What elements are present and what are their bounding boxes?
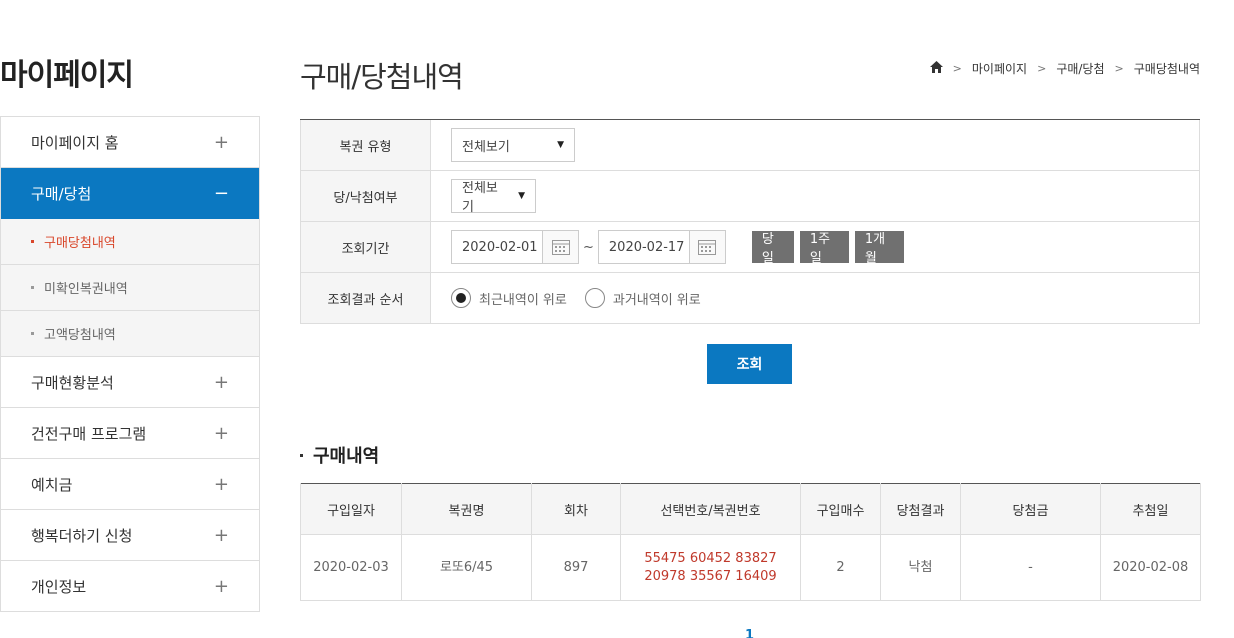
sidebar-item-label: 건전구매 프로그램 <box>31 424 147 443</box>
sidebar-item-purchase-win[interactable]: 구매/당첨 − <box>1 168 259 219</box>
chevron-right-icon: > <box>952 62 962 75</box>
breadcrumb-item[interactable]: 구매/당첨 <box>1056 60 1104 77</box>
calendar-icon[interactable] <box>542 231 578 263</box>
caret-down-icon: ▼ <box>557 140 564 150</box>
search-row-period: 조회기간 2020-02-01 ~ 2020-02-17 당일 1주일 1개월 <box>300 222 1200 273</box>
column-header: 추첨일 <box>1100 483 1201 535</box>
chevron-right-icon: > <box>1037 62 1047 75</box>
cell-quantity: 2 <box>800 534 881 601</box>
sidebar-item-happiness[interactable]: 행복더하기 신청 + <box>1 510 259 561</box>
section-title: 구매내역 <box>300 442 379 468</box>
column-header: 선택번호/복권번호 <box>620 483 801 535</box>
search-row-order: 조회결과 순서 최근내역이 위로 과거내역이 위로 <box>300 273 1200 324</box>
field-label: 조회기간 <box>300 222 431 272</box>
page-title: 구매/당첨내역 <box>300 60 464 94</box>
plus-icon: + <box>213 371 229 393</box>
cell-win-result: 낙첨 <box>880 534 961 601</box>
lottery-type-select[interactable]: 전체보기 ▼ <box>451 128 575 162</box>
cell-round: 897 <box>531 534 621 601</box>
column-header: 당첨결과 <box>880 483 961 535</box>
sidebar-sub-unchecked[interactable]: 미확인복권내역 <box>1 265 259 311</box>
column-header: 구입매수 <box>800 483 881 535</box>
period-week-button[interactable]: 1주일 <box>799 231 849 266</box>
plus-icon: + <box>213 473 229 495</box>
home-icon[interactable] <box>929 61 943 76</box>
bullet-icon <box>31 240 34 243</box>
sidebar-menu: 마이페이지 홈 + 구매/당첨 − 구매당첨내역 미확인복권내역 고액당첨내역 … <box>0 116 260 612</box>
breadcrumb: > 마이페이지 > 구매/당첨 > 구매당첨내역 <box>929 60 1200 77</box>
breadcrumb-item: 구매당첨내역 <box>1133 62 1200 76</box>
plus-icon: + <box>213 422 229 444</box>
search-row-win: 당/낙첨여부 전체보기 ▼ <box>300 171 1200 222</box>
sidebar-item-analysis[interactable]: 구매현황분석 + <box>1 357 259 408</box>
field-label: 복권 유형 <box>300 120 431 170</box>
sidebar-item-healthy-program[interactable]: 건전구매 프로그램 + <box>1 408 259 459</box>
sidebar-item-label: 구매현황분석 <box>31 373 114 392</box>
sidebar-sub-label: 구매당첨내역 <box>44 236 116 251</box>
cell-purchase-date: 2020-02-03 <box>300 534 402 601</box>
column-header: 당첨금 <box>960 483 1101 535</box>
radio-unchecked-icon <box>584 288 605 308</box>
sidebar-item-deposit[interactable]: 예치금 + <box>1 459 259 510</box>
bullet-icon <box>300 453 303 457</box>
calendar-icon[interactable] <box>688 231 725 263</box>
field-label: 조회결과 순서 <box>300 273 431 323</box>
plus-icon: + <box>213 131 229 153</box>
plus-icon: + <box>213 524 229 546</box>
date-separator: ~ <box>583 239 594 255</box>
sidebar-item-label: 구매/당첨 <box>31 184 92 203</box>
pagination-current[interactable]: 1 <box>745 628 754 638</box>
sidebar-sub-high-prize[interactable]: 고액당첨내역 <box>1 311 259 357</box>
radio-checked-icon <box>451 288 471 308</box>
search-button[interactable]: 조회 <box>707 344 792 384</box>
field-label: 당/낙첨여부 <box>300 171 431 221</box>
purchase-history-table: 구입일자 복권명 회차 선택번호/복권번호 구입매수 당첨결과 당첨금 추첨일 … <box>300 483 1201 601</box>
sidebar-item-label: 마이페이지 홈 <box>31 133 119 152</box>
cell-lottery-name: 로또6/45 <box>401 534 532 601</box>
cell-draw-date: 2020-02-08 <box>1100 534 1201 601</box>
chevron-right-icon: > <box>1114 62 1124 75</box>
breadcrumb-item[interactable]: 마이페이지 <box>972 60 1027 77</box>
win-status-select[interactable]: 전체보기 ▼ <box>451 179 536 215</box>
sidebar-item-personal-info[interactable]: 개인정보 + <box>1 561 259 612</box>
bullet-icon <box>31 286 34 289</box>
period-today-button[interactable]: 당일 <box>751 231 794 266</box>
sidebar-item-label: 개인정보 <box>31 577 87 596</box>
minus-icon: − <box>213 182 229 204</box>
search-form: 복권 유형 전체보기 ▼ 당/낙첨여부 전체보기 ▼ 조회기간 2020-02-… <box>300 119 1200 324</box>
period-month-button[interactable]: 1개월 <box>854 231 904 266</box>
sidebar-sub-purchase-history[interactable]: 구매당첨내역 <box>1 219 259 265</box>
sidebar-item-label: 예치금 <box>31 475 73 494</box>
sidebar-item-label: 행복더하기 신청 <box>31 526 133 545</box>
cell-prize: - <box>960 534 1101 601</box>
bullet-icon <box>31 332 34 335</box>
column-header: 회차 <box>531 483 621 535</box>
order-past-radio[interactable]: 과거내역이 위로 <box>584 288 701 308</box>
order-recent-radio[interactable]: 최근내역이 위로 <box>451 288 567 308</box>
table-row: 2020-02-03 로또6/45 897 55475 60452 83827 … <box>300 534 1201 601</box>
table-header-row: 구입일자 복권명 회차 선택번호/복권번호 구입매수 당첨결과 당첨금 추첨일 <box>300 483 1201 535</box>
date-from-field[interactable]: 2020-02-01 <box>451 230 579 264</box>
caret-down-icon: ▼ <box>518 191 525 201</box>
sidebar-item-mypage-home[interactable]: 마이페이지 홈 + <box>1 117 259 168</box>
column-header: 복권명 <box>401 483 532 535</box>
cell-ticket-numbers[interactable]: 55475 60452 83827 20978 35567 16409 <box>620 534 801 601</box>
plus-icon: + <box>213 575 229 597</box>
column-header: 구입일자 <box>300 483 402 535</box>
sidebar-sub-label: 고액당첨내역 <box>44 328 116 343</box>
search-row-type: 복권 유형 전체보기 ▼ <box>300 120 1200 171</box>
sidebar-title: 마이페이지 <box>0 58 134 93</box>
sidebar-sub-label: 미확인복권내역 <box>44 282 128 297</box>
date-to-field[interactable]: 2020-02-17 <box>597 230 726 264</box>
